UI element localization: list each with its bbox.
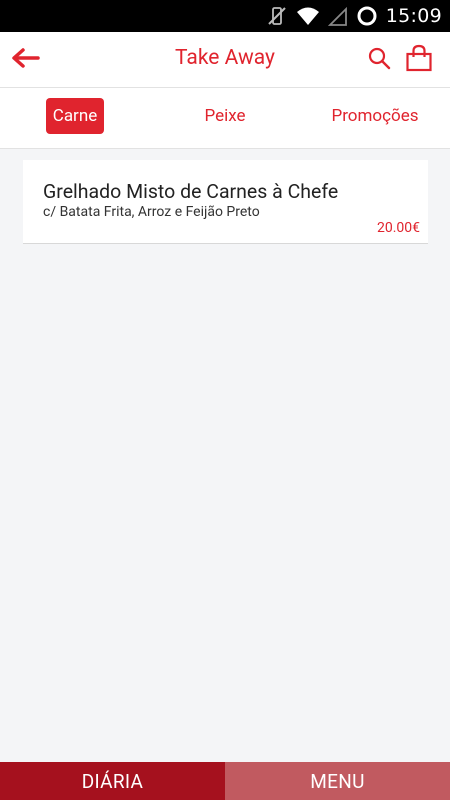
signal-icon [327, 5, 348, 27]
status-time: 15:09 [385, 5, 442, 27]
nav-diaria-button[interactable]: DIÁRIA [0, 762, 225, 800]
menu-item-card[interactable]: Grelhado Misto de Carnes à Chefe c/ Bata… [23, 160, 428, 244]
bottom-nav: DIÁRIA MENU [0, 762, 450, 800]
wifi-icon [296, 5, 320, 27]
tab-carne[interactable]: Carne [46, 98, 104, 134]
status-bar: 15:09 [0, 0, 450, 32]
item-price: 20.00€ [376, 220, 420, 236]
cart-button[interactable] [403, 42, 435, 78]
battery-icon [356, 5, 378, 27]
category-tabs: Carne Peixe Promoções [0, 88, 450, 149]
tab-promocoes[interactable]: Promoções [326, 98, 424, 134]
nav-menu-button[interactable]: MENU [225, 762, 450, 800]
vibrate-off-icon [266, 5, 288, 27]
shopping-bag-icon [405, 44, 433, 76]
search-button[interactable] [364, 44, 394, 76]
search-icon [367, 46, 391, 74]
item-description: c/ Batata Frita, Arroz e Feijão Preto [43, 204, 260, 220]
app-bar: Take Away [0, 32, 450, 88]
item-name: Grelhado Misto de Carnes à Chefe [43, 180, 339, 203]
tab-peixe[interactable]: Peixe [196, 98, 254, 134]
